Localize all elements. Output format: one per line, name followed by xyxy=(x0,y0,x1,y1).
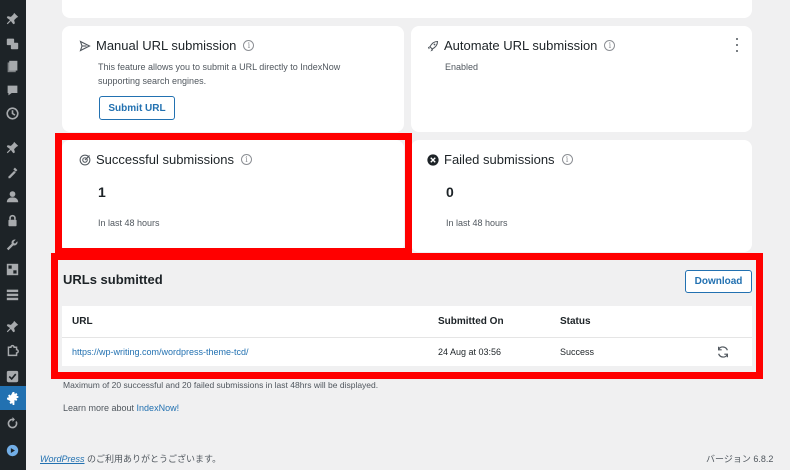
footer-version: バージョン 6.8.2 xyxy=(706,454,774,464)
download-button[interactable]: Download xyxy=(685,270,752,293)
tools-icon[interactable] xyxy=(4,164,21,181)
pages-icon[interactable] xyxy=(4,58,21,75)
more-options-icon[interactable] xyxy=(736,38,740,52)
automate-submission-card: Automate URL submission i Enabled xyxy=(411,26,752,132)
failed-period: In last 48 hours xyxy=(446,218,508,228)
learn-more-prefix: Learn more about xyxy=(63,403,137,413)
menu-pointer xyxy=(26,392,31,402)
wordpress-link[interactable]: WordPress xyxy=(40,454,85,464)
successful-title: Successful submissions xyxy=(96,152,234,167)
manual-title: Manual URL submission xyxy=(96,38,237,53)
table-row: https://wp-writing.com/wordpress-theme-t… xyxy=(62,338,752,366)
error-icon xyxy=(427,153,439,166)
list-icon[interactable] xyxy=(4,286,21,303)
admin-sidebar xyxy=(0,0,26,470)
send-icon xyxy=(79,39,91,52)
resubmit-icon[interactable] xyxy=(716,345,730,359)
pin-icon-2[interactable] xyxy=(4,318,21,335)
comments-icon[interactable] xyxy=(4,82,21,99)
refresh-icon[interactable] xyxy=(4,415,21,432)
successful-count: 1 xyxy=(98,184,106,200)
failed-submissions-card: Failed submissions i 0 In last 48 hours xyxy=(411,140,752,252)
check-icon[interactable] xyxy=(4,368,21,385)
urls-submitted-title: URLs submitted xyxy=(63,272,163,287)
successful-submissions-card: Successful submissions i 1 In last 48 ho… xyxy=(62,140,404,252)
failed-title: Failed submissions xyxy=(444,152,555,167)
lock-icon[interactable] xyxy=(4,212,21,229)
media-icon[interactable] xyxy=(4,35,21,52)
rocket-icon xyxy=(427,40,439,52)
info-icon[interactable]: i xyxy=(241,154,252,165)
submitted-on-value: 24 Aug at 03:56 xyxy=(438,347,502,357)
target-icon xyxy=(79,154,91,165)
info-icon[interactable]: i xyxy=(561,154,573,165)
settings-icon[interactable] xyxy=(0,386,26,410)
info-icon[interactable]: i xyxy=(243,40,255,51)
automate-title: Automate URL submission xyxy=(444,38,598,53)
wrench-icon[interactable] xyxy=(4,236,21,253)
submitted-url-link[interactable]: https://wp-writing.com/wordpress-theme-t… xyxy=(72,347,249,357)
failed-count: 0 xyxy=(446,184,454,200)
column-status[interactable]: Status xyxy=(560,316,591,327)
top-card xyxy=(62,0,752,18)
footer-thanks: WordPress のご利用ありがとうございます。 xyxy=(40,452,221,465)
column-url[interactable]: URL xyxy=(72,316,93,327)
appearance-icon[interactable] xyxy=(4,105,21,122)
users-icon[interactable] xyxy=(4,188,21,205)
plugins-icon[interactable] xyxy=(4,139,21,156)
max-submissions-note: Maximum of 20 successful and 20 failed s… xyxy=(63,380,379,390)
status-value: Success xyxy=(560,347,595,357)
manual-submission-card: Manual URL submission i This feature all… xyxy=(62,26,404,132)
grid-icon[interactable] xyxy=(4,261,21,278)
urls-table-header: URL Submitted On Status xyxy=(62,306,752,338)
learn-more: Learn more about IndexNow! xyxy=(63,401,179,415)
successful-period: In last 48 hours xyxy=(98,218,160,228)
manual-description: This feature allows you to submit a URL … xyxy=(98,62,341,86)
play-icon[interactable] xyxy=(4,442,21,459)
indexnow-link[interactable]: IndexNow! xyxy=(137,403,180,413)
info-icon[interactable]: i xyxy=(604,40,616,51)
automate-status: Enabled xyxy=(445,62,479,72)
puzzle-icon[interactable] xyxy=(4,342,21,359)
pin-icon[interactable] xyxy=(4,10,21,27)
submit-url-button[interactable]: Submit URL xyxy=(99,96,175,120)
column-submitted-on[interactable]: Submitted On xyxy=(438,316,504,327)
footer-thanks-text: のご利用ありがとうございます。 xyxy=(84,454,222,464)
